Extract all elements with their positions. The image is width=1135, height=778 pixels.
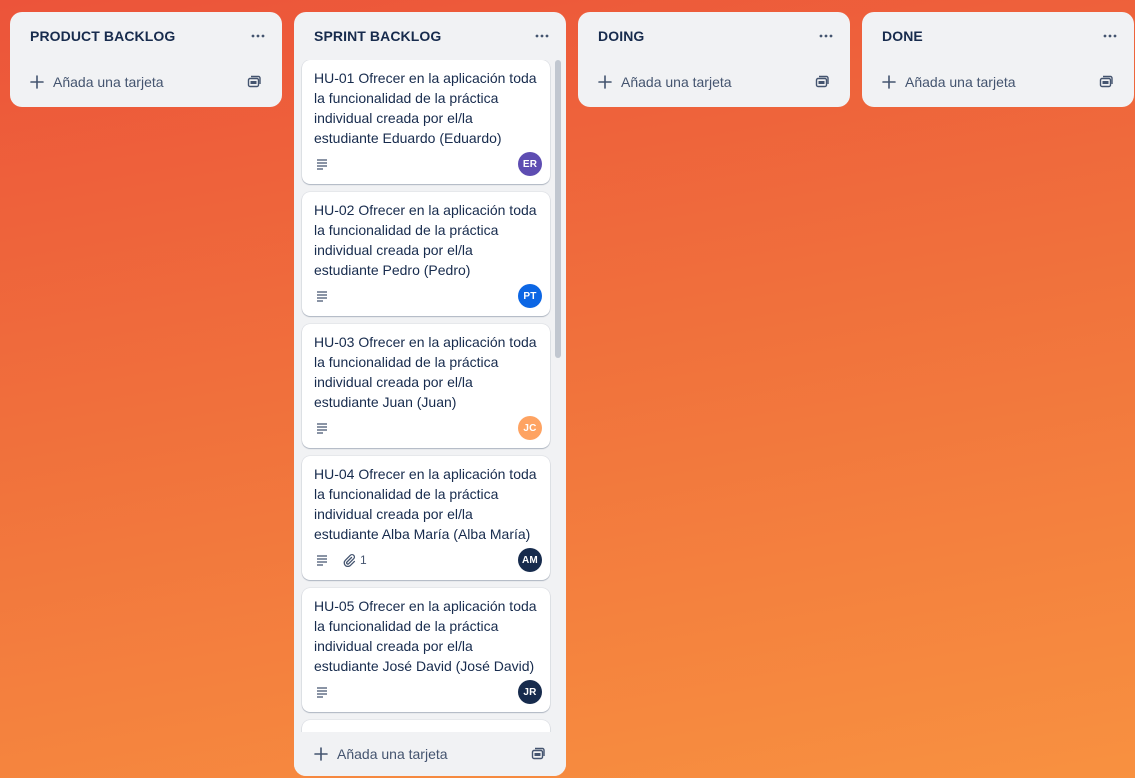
card-list-scrollbar[interactable]	[554, 60, 562, 728]
add-card-row: Añada una tarjeta	[10, 60, 282, 104]
list-menu-button[interactable]	[530, 24, 554, 48]
description-badge	[314, 684, 330, 700]
plus-icon	[598, 75, 612, 89]
card-footer: PT	[314, 284, 542, 308]
plus-icon	[30, 75, 44, 89]
list-title[interactable]: SPRINT BACKLOG	[314, 28, 441, 44]
add-card-button[interactable]: Añada una tarjeta	[594, 66, 736, 98]
create-from-template-button[interactable]	[1094, 70, 1118, 94]
list-title[interactable]: DONE	[882, 28, 923, 44]
list-menu-button[interactable]	[814, 24, 838, 48]
card-title: HU-01 Ofrecer en la aplicación toda la f…	[314, 70, 537, 146]
description-icon	[317, 687, 327, 698]
description-icon	[317, 159, 327, 170]
add-card-row: Añada una tarjeta	[294, 732, 566, 776]
card-footer: JR	[314, 680, 542, 704]
card-badges	[314, 288, 330, 304]
add-card-label: Añada una tarjeta	[905, 74, 1016, 90]
card-partial[interactable]	[302, 720, 550, 732]
card-list: HU-01 Ofrecer en la aplicación toda la f…	[302, 60, 550, 732]
list-header: SPRINT BACKLOG	[294, 12, 566, 60]
member-avatar[interactable]: JC	[518, 416, 542, 440]
more-horizontal-icon	[819, 34, 833, 38]
create-from-template-button[interactable]	[526, 742, 550, 766]
more-horizontal-icon	[251, 34, 265, 38]
card[interactable]: HU-05 Ofrecer en la aplicación toda la f…	[302, 588, 550, 712]
card-footer: 1 AM	[314, 548, 542, 572]
more-horizontal-icon	[535, 34, 549, 38]
description-badge	[314, 156, 330, 172]
paperclip-icon	[343, 554, 356, 567]
card-template-icon	[247, 75, 261, 88]
card-footer: JC	[314, 416, 542, 440]
add-card-button[interactable]: Añada una tarjeta	[878, 66, 1020, 98]
attachment-badge: 1	[342, 553, 367, 567]
add-card-button[interactable]: Añada una tarjeta	[310, 738, 452, 770]
card-badges: 1	[314, 552, 367, 568]
list-doing: DOING Añada una tarjeta	[578, 12, 850, 107]
card-template-icon	[1099, 75, 1113, 88]
create-from-template-button[interactable]	[242, 70, 266, 94]
card-badges	[314, 156, 330, 172]
create-from-template-button[interactable]	[810, 70, 834, 94]
description-icon	[317, 423, 327, 434]
list-header: DONE	[862, 12, 1134, 60]
card[interactable]: HU-01 Ofrecer en la aplicación toda la f…	[302, 60, 550, 184]
list-menu-button[interactable]	[246, 24, 270, 48]
card-title: HU-03 Ofrecer en la aplicación toda la f…	[314, 334, 537, 410]
list-title[interactable]: DOING	[598, 28, 644, 44]
card-badges	[314, 684, 330, 700]
scrollbar-thumb[interactable]	[555, 60, 561, 358]
member-avatar[interactable]: PT	[518, 284, 542, 308]
plus-icon	[882, 75, 896, 89]
card[interactable]: HU-04 Ofrecer en la aplicación toda la f…	[302, 456, 550, 580]
card-title: HU-05 Ofrecer en la aplicación toda la f…	[314, 598, 537, 674]
description-badge	[314, 288, 330, 304]
list-header: DOING	[578, 12, 850, 60]
card-template-icon	[815, 75, 829, 88]
card[interactable]: HU-02 Ofrecer en la aplicación toda la f…	[302, 192, 550, 316]
attachment-count: 1	[360, 553, 367, 567]
card[interactable]: HU-03 Ofrecer en la aplicación toda la f…	[302, 324, 550, 448]
list-done: DONE Añada una tarjeta	[862, 12, 1134, 107]
description-icon	[317, 291, 327, 302]
card-template-icon	[531, 747, 545, 760]
card-title: HU-02 Ofrecer en la aplicación toda la f…	[314, 202, 537, 278]
card-badges	[314, 420, 330, 436]
add-card-label: Añada una tarjeta	[337, 746, 448, 762]
card-footer: ER	[314, 152, 542, 176]
add-card-label: Añada una tarjeta	[53, 74, 164, 90]
card-title: HU-04 Ofrecer en la aplicación toda la f…	[314, 466, 537, 542]
list-title[interactable]: PRODUCT BACKLOG	[30, 28, 175, 44]
plus-icon	[314, 747, 328, 761]
description-icon	[317, 555, 327, 566]
member-avatar[interactable]: ER	[518, 152, 542, 176]
add-card-row: Añada una tarjeta	[862, 60, 1134, 104]
list-menu-button[interactable]	[1098, 24, 1122, 48]
member-avatar[interactable]: JR	[518, 680, 542, 704]
description-badge	[314, 420, 330, 436]
member-avatar[interactable]: AM	[518, 548, 542, 572]
list-product-backlog: PRODUCT BACKLOG Añada una tarjeta	[10, 12, 282, 107]
add-card-label: Añada una tarjeta	[621, 74, 732, 90]
description-badge	[314, 552, 330, 568]
more-horizontal-icon	[1103, 34, 1117, 38]
add-card-row: Añada una tarjeta	[578, 60, 850, 104]
add-card-button[interactable]: Añada una tarjeta	[26, 66, 168, 98]
list-header: PRODUCT BACKLOG	[10, 12, 282, 60]
list-sprint-backlog: SPRINT BACKLOG HU-01 Ofrecer en la aplic…	[294, 12, 566, 776]
card-list-scroll-area[interactable]: HU-01 Ofrecer en la aplicación toda la f…	[294, 60, 566, 732]
